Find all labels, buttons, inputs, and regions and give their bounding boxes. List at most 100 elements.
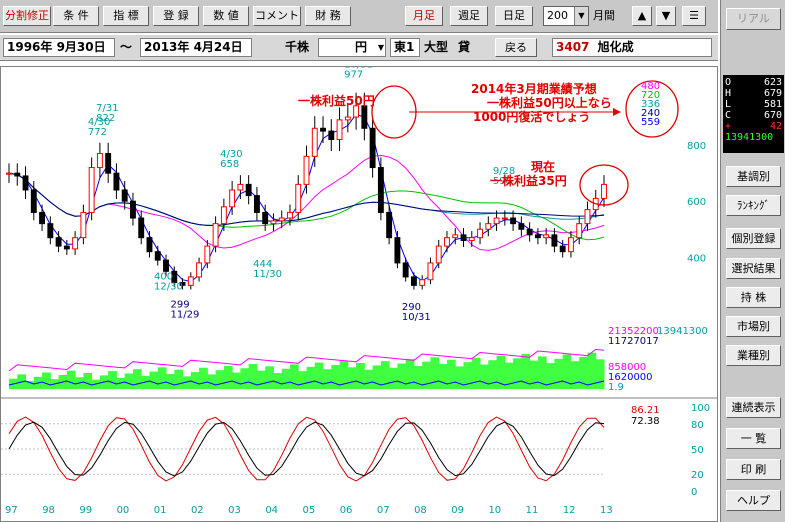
volume-bar-69 xyxy=(570,361,580,389)
high-value: 679 xyxy=(763,88,782,99)
values-button[interactable]: 数 値 xyxy=(203,6,249,26)
individual-register-button[interactable]: 個別登録 xyxy=(726,228,781,249)
ranking-button[interactable]: ﾗﾝｷﾝｸﾞ xyxy=(726,195,781,216)
x-tick-14: 11 xyxy=(526,505,539,516)
count-select[interactable]: 200 ▼ xyxy=(543,6,589,26)
realtime-button[interactable]: リアル xyxy=(726,8,781,30)
volume-bar-58 xyxy=(480,364,489,389)
osc-tick-1: 20 xyxy=(691,470,704,481)
industry-button[interactable]: 業種別 xyxy=(726,345,781,366)
x-tick-16: 13 xyxy=(600,505,613,516)
volume-bar-16 xyxy=(132,369,142,389)
volume-bar-29 xyxy=(240,368,250,389)
stock-code-field[interactable]: 3407 旭化成 xyxy=(552,38,712,57)
continuous-display-button[interactable]: 連続表示 xyxy=(726,397,781,418)
candle-body-12 xyxy=(105,153,112,174)
financials-button[interactable]: 財 務 xyxy=(305,6,351,26)
chevron-down-icon: ▼ xyxy=(377,43,384,52)
market-button[interactable]: 市場別 xyxy=(726,316,781,337)
register-button[interactable]: 登 録 xyxy=(153,6,199,26)
volume-panel: 213522001172701785800016200001.913941300 xyxy=(8,326,708,393)
volume-bar-18 xyxy=(149,371,159,389)
volume-bar-55 xyxy=(455,366,465,389)
size-label: 大型 xyxy=(424,40,449,54)
x-tick-11: 08 xyxy=(414,505,427,516)
holdings-button[interactable]: 持 株 xyxy=(726,287,781,308)
print-button[interactable]: 印 刷 xyxy=(726,459,781,480)
split-adjust-button[interactable]: 分割修正 xyxy=(3,6,51,26)
volume-bar-53 xyxy=(438,364,448,389)
unit-label: 千株 xyxy=(285,40,310,54)
price-tick-1: 600 xyxy=(687,197,706,208)
x-tick-8: 05 xyxy=(303,505,316,516)
callout-value-6: 977 xyxy=(344,69,363,80)
candle-body-65 xyxy=(543,234,550,239)
candle-body-70 xyxy=(584,209,591,225)
date-from-field[interactable]: 1996年 9月30日 xyxy=(3,38,115,57)
conditions-button[interactable]: 条 件 xyxy=(53,6,99,26)
volume-bar-72 xyxy=(595,359,605,389)
volume-bar-38 xyxy=(314,362,324,389)
volume-label-1: 11727017 xyxy=(608,336,659,347)
volume-bar-15 xyxy=(124,373,134,389)
candle-body-41 xyxy=(344,116,351,121)
open-value: 623 xyxy=(763,77,782,88)
back-button[interactable]: 戻る xyxy=(495,38,537,57)
close-key: C xyxy=(725,110,732,121)
volume-bar-19 xyxy=(157,367,167,389)
candle-body-61 xyxy=(510,217,517,225)
osc-tick-3: 80 xyxy=(691,420,704,431)
candle-body-63 xyxy=(526,228,533,236)
annotation-forecast-3: 1000円復活でしょう xyxy=(473,109,590,124)
candle-body-4 xyxy=(39,211,46,225)
price-tick-0: 400 xyxy=(687,253,706,264)
volume-bar-10 xyxy=(83,372,93,389)
volume-bar-34 xyxy=(281,368,291,389)
monthly-button[interactable]: 月足 xyxy=(405,6,443,26)
candle-body-44 xyxy=(369,127,376,169)
menu-button[interactable]: ☰ xyxy=(682,6,706,26)
volume-bar-59 xyxy=(488,360,498,389)
callout-value-3: 11/29 xyxy=(171,310,200,321)
indicators-button[interactable]: 指 標 xyxy=(103,6,149,26)
osc-tick-0: 0 xyxy=(691,487,697,498)
stock-name: 旭化成 xyxy=(597,40,634,54)
chart-area[interactable]: 400 600 800 4/30 772 7/31 822 400 12/30 299 11/29… xyxy=(0,59,718,522)
ohlc-box: O 623 H 679 L 581 C 670 +42 13941300 xyxy=(723,75,784,153)
volume-bar-44 xyxy=(364,369,374,389)
candle-body-28 xyxy=(237,183,244,191)
volume-bar-37 xyxy=(306,366,316,389)
scroll-down-button[interactable]: ▼ xyxy=(656,6,676,26)
x-tick-4: 01 xyxy=(154,505,167,516)
high-key: H xyxy=(725,88,732,99)
x-tick-6: 03 xyxy=(228,505,241,516)
x-axis: 97 98 99 00 01 02 03 04 05 06 07 08 09 10 11 12 13 xyxy=(5,505,613,516)
volume-bar-43 xyxy=(356,363,365,389)
candle-body-37 xyxy=(311,127,318,157)
x-tick-7: 04 xyxy=(265,505,278,516)
candle-body-7 xyxy=(63,245,70,250)
help-button[interactable]: ヘルプ xyxy=(726,490,781,511)
volume-bar-23 xyxy=(190,372,200,389)
trend-button[interactable]: 基調別 xyxy=(726,166,781,187)
list-button[interactable]: 一 覧 xyxy=(726,428,781,449)
callout-value-4: 658 xyxy=(220,159,239,170)
selection-result-button[interactable]: 選択結果 xyxy=(726,258,781,279)
candle-body-11 xyxy=(96,153,103,169)
weekly-button[interactable]: 週足 xyxy=(450,6,488,26)
annotation-eps50: 一株利益50円 xyxy=(298,93,375,108)
x-tick-15: 12 xyxy=(563,505,576,516)
lending-label: 貸 xyxy=(458,40,471,54)
scroll-up-button[interactable]: ▲ xyxy=(632,6,652,26)
comment-button[interactable]: コメント xyxy=(253,6,301,26)
volume-bar-32 xyxy=(265,366,274,389)
chevron-down-icon: ▼ xyxy=(574,7,588,25)
date-to-field[interactable]: 2013年 4月24日 xyxy=(140,38,252,57)
annotation-now-2: 一株利益35円 xyxy=(490,173,567,188)
currency-select[interactable]: 円 ▼ xyxy=(318,38,386,57)
candle-body-72 xyxy=(601,183,607,199)
candle-body-69 xyxy=(576,223,583,239)
candle-body-32 xyxy=(270,220,277,225)
candle-body-9 xyxy=(80,211,87,239)
daily-button[interactable]: 日足 xyxy=(495,6,533,26)
